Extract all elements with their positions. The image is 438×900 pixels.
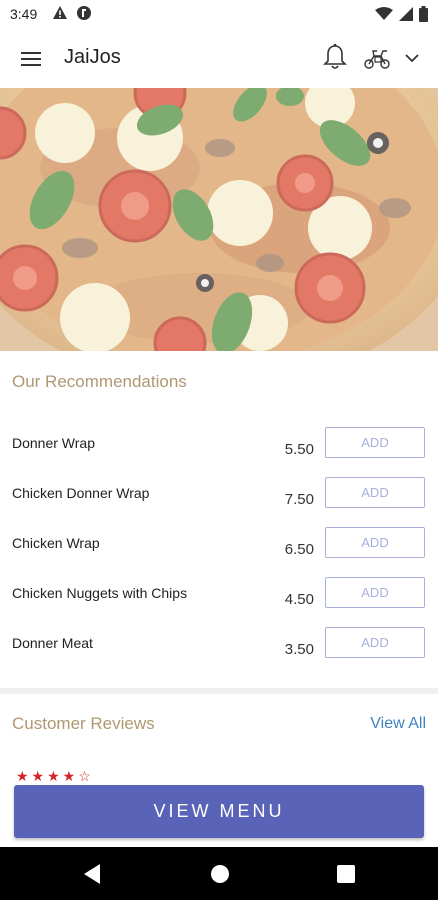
status-bar: 3:49 <box>0 0 438 30</box>
item-name: Donner Wrap <box>12 435 96 451</box>
section-divider <box>0 688 438 694</box>
reviews-title: Customer Reviews <box>12 714 155 733</box>
item-name: Chicken Nuggets with Chips <box>12 585 188 601</box>
recommendations-title: Our Recommendations <box>12 372 187 391</box>
app-title: JaiJos <box>64 46 121 68</box>
battery-icon <box>419 6 428 22</box>
add-button[interactable]: ADD <box>325 477 425 508</box>
status-time: 3:49 <box>10 6 38 22</box>
add-button[interactable]: ADD <box>325 527 425 558</box>
item-price: 5.50 <box>284 441 314 458</box>
review-preview: ★★★★☆ <box>0 768 438 784</box>
pizza-illustration <box>0 88 438 351</box>
item-price: 7.50 <box>284 491 314 508</box>
recents-icon[interactable] <box>337 865 355 883</box>
view-menu-button[interactable]: VIEW MENU <box>14 785 424 838</box>
rating-stars-icon: ★★★★☆ <box>16 768 94 784</box>
item-name: Chicken Wrap <box>12 535 100 551</box>
signal-icon <box>399 7 413 21</box>
item-price: 4.50 <box>284 591 314 608</box>
app-bar: JaiJos <box>0 30 438 88</box>
item-name: Donner Meat <box>12 635 93 651</box>
item-price: 3.50 <box>284 641 314 658</box>
item-price: 6.50 <box>284 541 314 558</box>
bell-icon[interactable] <box>322 43 348 71</box>
hamburger-menu-icon[interactable] <box>18 46 44 72</box>
chevron-down-icon[interactable] <box>402 48 422 68</box>
system-nav-bar <box>0 847 438 900</box>
add-button[interactable]: ADD <box>325 627 425 658</box>
view-all-link[interactable]: View All <box>370 715 426 733</box>
alert-icon <box>53 6 67 19</box>
item-name: Chicken Donner Wrap <box>12 485 150 501</box>
add-button[interactable]: ADD <box>325 427 425 458</box>
menu-item-row: Donner Meat 3.50 ADD <box>0 627 438 685</box>
wifi-icon <box>375 7 393 20</box>
home-icon[interactable] <box>210 864 230 884</box>
back-icon[interactable] <box>82 863 102 885</box>
app-notification-icon <box>77 6 91 20</box>
add-button[interactable]: ADD <box>325 577 425 608</box>
delivery-scooter-icon[interactable] <box>362 46 392 70</box>
hero-pizza-image <box>0 88 438 351</box>
